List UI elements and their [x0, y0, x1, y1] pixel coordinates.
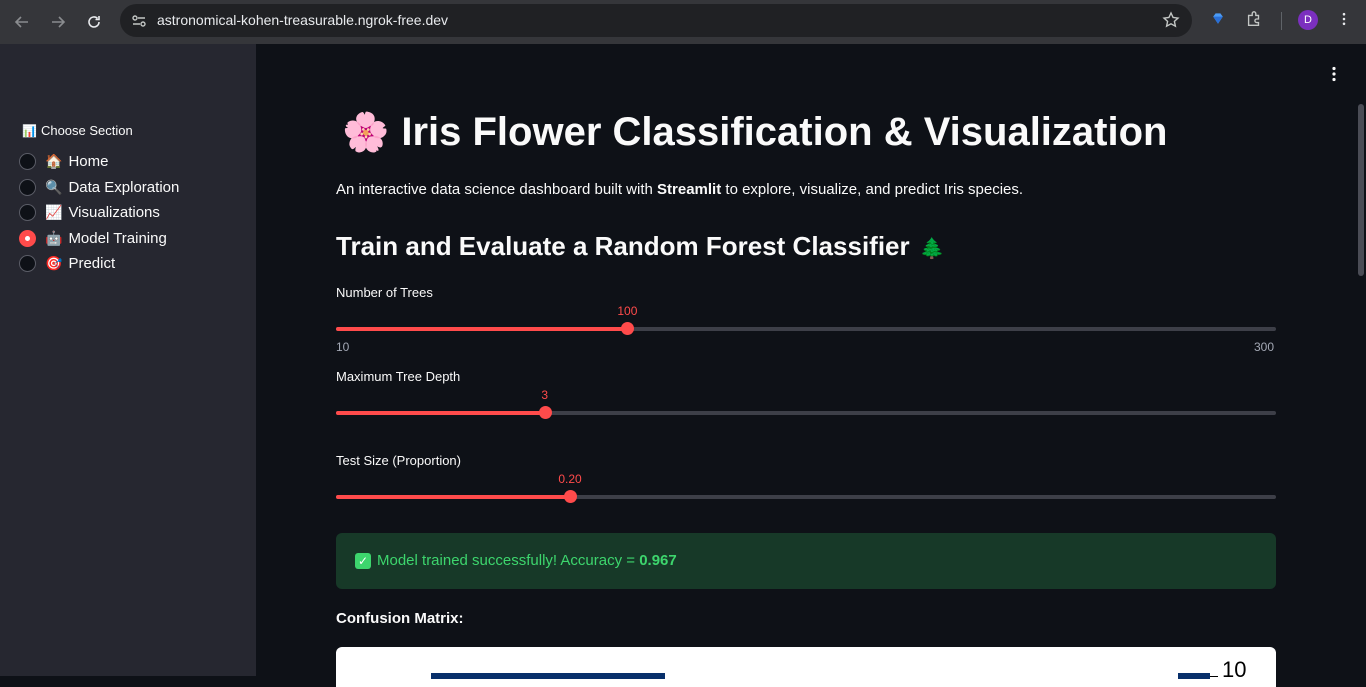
site-info-icon[interactable]	[130, 12, 148, 30]
sidebar-radio-visualizations[interactable]: 📈 Visualizations	[19, 201, 160, 223]
test-size-slider-fill	[336, 495, 571, 499]
extensions-puzzle-icon[interactable]	[1244, 9, 1264, 29]
success-alert: ✓ Model trained successfully! Accuracy =…	[336, 533, 1276, 589]
subtitle-bold: Streamlit	[657, 181, 722, 198]
trees-slider-value: 100	[617, 304, 638, 318]
forward-arrow-icon	[52, 16, 66, 28]
subtitle-prefix: An interactive data science dashboard bu…	[336, 181, 658, 198]
depth-slider[interactable]	[336, 406, 1276, 419]
trees-slider-min: 10	[336, 340, 350, 354]
reload-icon	[88, 16, 100, 28]
page-subtitle: An interactive data science dashboard bu…	[336, 181, 1023, 198]
main-content: 🌸 Iris Flower Classification & Visualizat…	[256, 44, 1366, 687]
sidebar-item-emoji-icon: 🤖	[45, 229, 63, 246]
depth-slider-value: 3	[541, 388, 549, 402]
radio-circle-icon[interactable]	[19, 178, 36, 196]
subtitle-suffix: to explore, visualize, and predict Iris …	[721, 181, 1024, 198]
check-icon: ✓	[355, 553, 371, 569]
confusion-matrix-top-cell	[431, 673, 665, 679]
browser-toolbar: astronomical-kohen-treasurable.ngrok-fre…	[0, 0, 1366, 44]
app-menu-icon[interactable]	[1328, 66, 1340, 82]
sidebar-radio-data-exploration[interactable]: 🔍 Data Exploration	[19, 176, 179, 198]
trees-slider-label: Number of Trees	[336, 285, 433, 300]
forward-button[interactable]	[44, 8, 72, 36]
sidebar-item-emoji-icon: 📈	[45, 203, 63, 220]
back-arrow-icon	[14, 16, 28, 28]
url-text: astronomical-kohen-treasurable.ngrok-fre…	[157, 12, 449, 28]
confusion-matrix-figure: 10	[336, 647, 1276, 687]
back-button[interactable]	[8, 8, 36, 36]
sidebar-title: 📊 Choose Section	[22, 123, 133, 138]
confusion-matrix-label: Confusion Matrix:	[336, 610, 464, 627]
trees-slider-max: 300	[1254, 340, 1275, 354]
sidebar-radio-predict[interactable]: 🎯 Predict	[19, 252, 115, 274]
browser-menu-icon[interactable]	[1334, 9, 1354, 29]
cherry-blossom-icon: 🌸	[342, 112, 390, 154]
depth-slider-thumb[interactable]	[538, 406, 552, 419]
sidebar-item-emoji-icon: 🔍	[45, 178, 63, 195]
test-size-slider-thumb[interactable]	[564, 490, 578, 503]
gem-extension-icon[interactable]	[1208, 9, 1228, 29]
test-size-slider-value: 0.20	[558, 472, 582, 486]
sidebar-item-emoji-icon: 🎯	[45, 254, 63, 271]
tree-icon: 🌲	[919, 238, 945, 260]
sidebar-item-label: Visualizations	[68, 203, 160, 221]
sidebar: 📊 Choose Section 🏠 Home 🔍 Data Exploration 📈 V…	[0, 44, 256, 676]
test-size-slider[interactable]	[336, 490, 1276, 503]
sidebar-radio-model-training[interactable]: 🤖 Model Training	[19, 227, 167, 249]
bar-chart-icon: 📊	[22, 124, 37, 138]
scrollbar[interactable]	[1358, 104, 1364, 276]
radio-circle-icon[interactable]	[19, 152, 36, 170]
sidebar-item-label: Home	[68, 152, 109, 170]
radio-circle-icon[interactable]	[19, 203, 36, 221]
section-heading-text: Train and Evaluate a Random Forest Class…	[336, 231, 910, 261]
trees-slider-fill	[336, 327, 628, 331]
section-heading: Train and Evaluate a Random Forest Class…	[336, 231, 945, 262]
profile-avatar[interactable]: D	[1298, 10, 1318, 30]
sidebar-radio-home[interactable]: 🏠 Home	[19, 150, 108, 172]
page-title: 🌸 Iris Flower Classification & Visualizat…	[342, 110, 1167, 155]
colorbar-tick-label: 10	[1222, 657, 1247, 682]
page-title-text: Iris Flower Classification & Visualizati…	[401, 110, 1168, 154]
bookmark-star-icon[interactable]	[1162, 11, 1180, 29]
accuracy-value: 0.967	[639, 552, 677, 569]
address-bar[interactable]: astronomical-kohen-treasurable.ngrok-fre…	[120, 4, 1192, 37]
test-size-slider-label: Test Size (Proportion)	[336, 453, 461, 468]
sidebar-item-emoji-icon: 🏠	[45, 152, 63, 169]
trees-slider-thumb[interactable]	[621, 322, 635, 335]
sidebar-item-label: Predict	[68, 254, 116, 272]
trees-slider[interactable]	[336, 322, 1276, 335]
success-prefix: Model trained successfully! Accuracy =	[377, 552, 640, 569]
depth-slider-fill	[336, 411, 545, 415]
radio-circle-icon[interactable]	[19, 254, 36, 272]
sidebar-item-label: Data Exploration	[68, 178, 180, 196]
colorbar-tick	[1210, 676, 1218, 677]
success-message: Model trained successfully! Accuracy = 0…	[377, 552, 677, 569]
depth-slider-label: Maximum Tree Depth	[336, 369, 461, 384]
sidebar-title-label: Choose Section	[40, 123, 133, 138]
colorbar-top	[1178, 673, 1210, 679]
sidebar-item-label: Model Training	[68, 229, 167, 247]
toolbar-separator	[1281, 12, 1282, 30]
reload-button[interactable]	[80, 8, 108, 36]
radio-circle-icon[interactable]	[19, 229, 36, 247]
